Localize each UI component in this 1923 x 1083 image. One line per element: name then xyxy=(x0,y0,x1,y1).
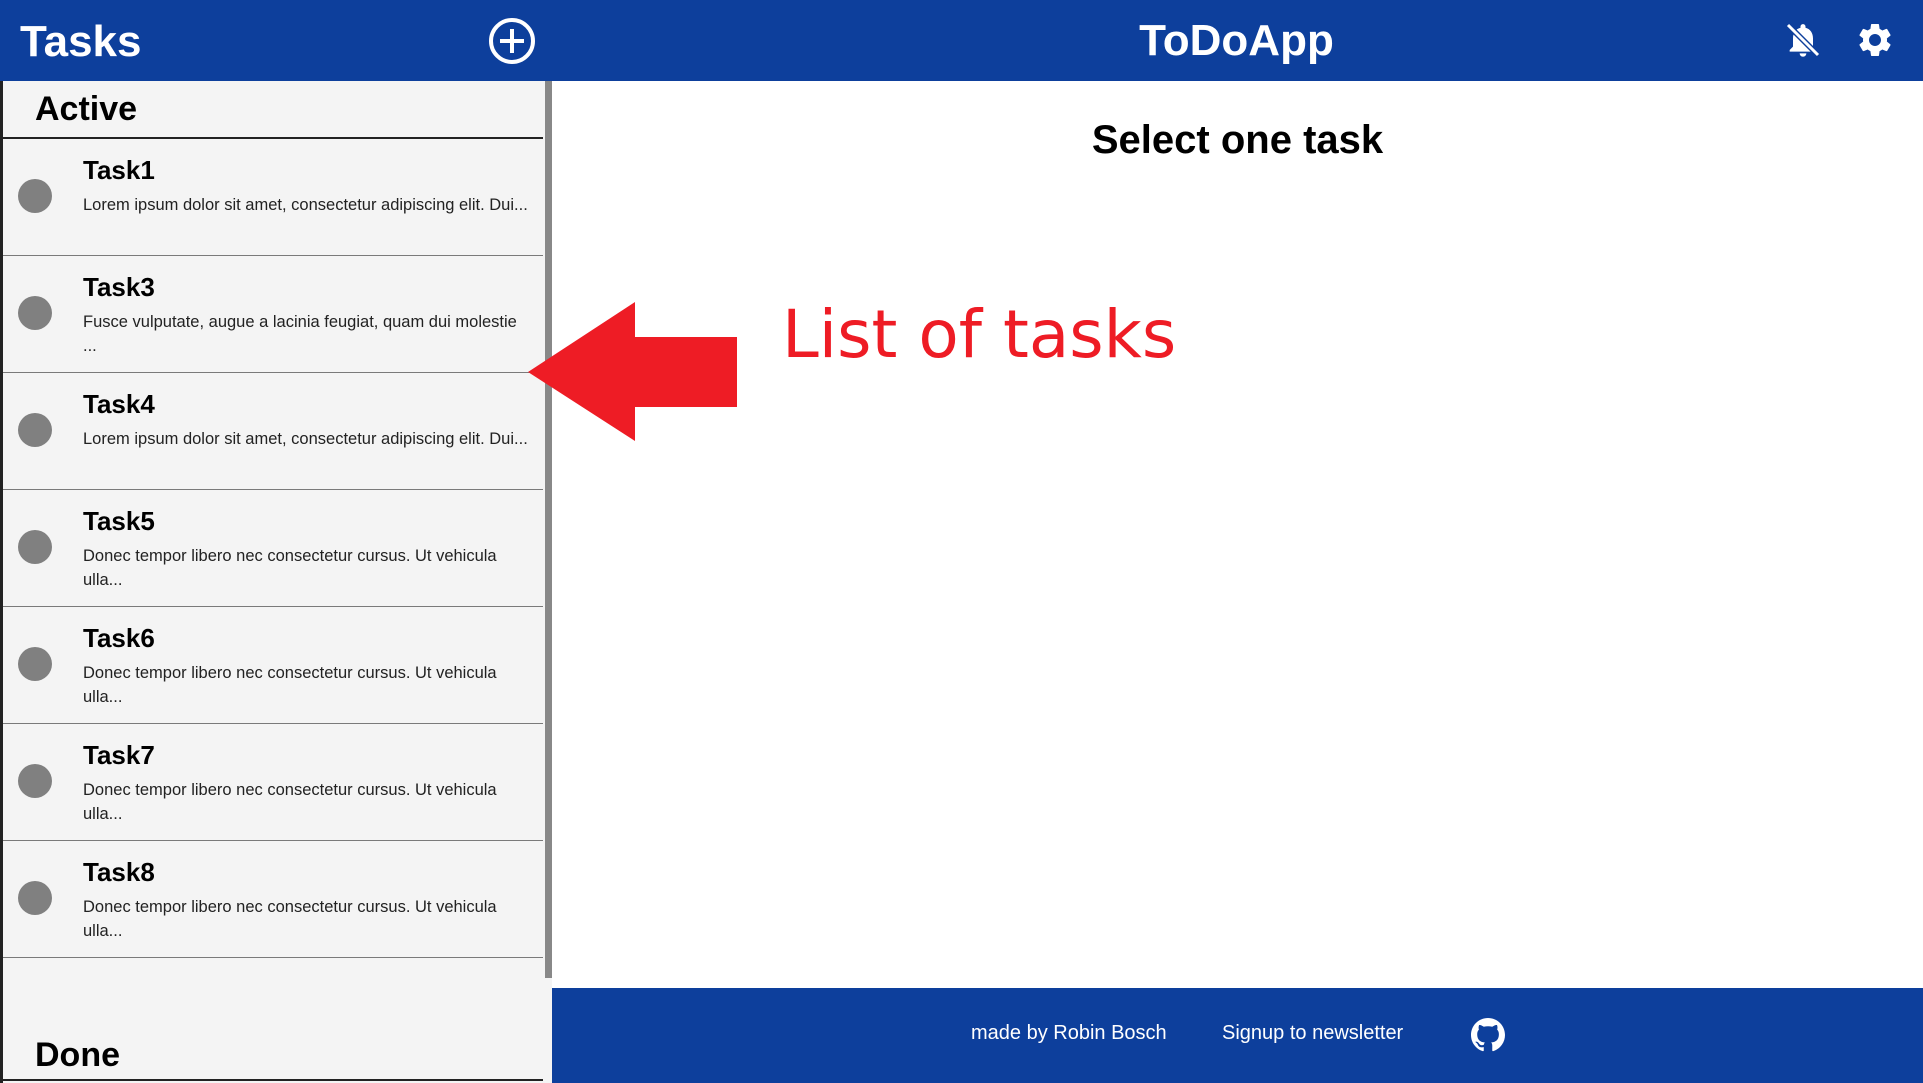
bell-off-icon xyxy=(1785,22,1821,58)
active-section-header: Active xyxy=(3,81,543,139)
annotation-label: List of tasks xyxy=(782,296,1177,373)
task-status-dot[interactable] xyxy=(18,530,52,564)
task-description: Donec tempor libero nec consectetur curs… xyxy=(83,898,497,940)
task-description: Donec tempor libero nec consectetur curs… xyxy=(83,664,497,706)
task-sidebar: Active Task1 Lorem ipsum dolor sit amet,… xyxy=(0,81,552,1083)
task-description: Fusce vulputate, augue a lacinia feugiat… xyxy=(83,313,517,355)
task-status-dot[interactable] xyxy=(18,413,52,447)
task-status-dot[interactable] xyxy=(18,179,52,213)
done-section-header: Done xyxy=(3,1031,543,1081)
task-description: Lorem ipsum dolor sit amet, consectetur … xyxy=(83,430,528,448)
task-name: Task6 xyxy=(83,623,155,653)
task-name: Task8 xyxy=(83,857,155,887)
task-description: Donec tempor libero nec consectetur curs… xyxy=(83,781,497,823)
task-name: Task1 xyxy=(83,155,155,185)
task-status-dot[interactable] xyxy=(18,647,52,681)
author-credit-link[interactable]: made by Robin Bosch xyxy=(971,1022,1167,1045)
task-item[interactable]: Task7 Donec tempor libero nec consectetu… xyxy=(3,724,543,841)
task-status-dot[interactable] xyxy=(18,764,52,798)
sidebar-header: Tasks xyxy=(2,2,552,81)
task-item[interactable]: Task6 Donec tempor libero nec consectetu… xyxy=(3,607,543,724)
annotation-arrow-icon xyxy=(528,302,737,441)
sidebar-scrollbar[interactable] xyxy=(545,81,552,978)
task-description: Lorem ipsum dolor sit amet, consectetur … xyxy=(83,196,528,214)
task-item[interactable]: Task4 Lorem ipsum dolor sit amet, consec… xyxy=(3,373,543,490)
done-section-title: Done xyxy=(35,1035,120,1074)
task-name: Task3 xyxy=(83,272,155,302)
github-icon xyxy=(1471,1018,1505,1052)
github-link[interactable] xyxy=(1471,1018,1505,1052)
add-task-button[interactable] xyxy=(488,17,536,65)
task-status-dot[interactable] xyxy=(18,296,52,330)
task-list: Task1 Lorem ipsum dolor sit amet, consec… xyxy=(3,139,543,958)
task-description: Donec tempor libero nec consectetur curs… xyxy=(83,547,497,589)
sidebar-title: Tasks xyxy=(20,16,142,66)
task-name: Task7 xyxy=(83,740,155,770)
task-status-dot[interactable] xyxy=(18,881,52,915)
task-item[interactable]: Task5 Donec tempor libero nec consectetu… xyxy=(3,490,543,607)
task-item[interactable]: Task8 Donec tempor libero nec consectetu… xyxy=(3,841,543,958)
select-task-placeholder: Select one task xyxy=(1091,118,1384,162)
task-name: Task5 xyxy=(83,506,155,536)
active-section-title: Active xyxy=(35,89,138,128)
notifications-toggle-button[interactable] xyxy=(1783,20,1823,60)
task-item[interactable]: Task3 Fusce vulputate, augue a lacinia f… xyxy=(3,256,543,373)
task-item[interactable]: Task1 Lorem ipsum dolor sit amet, consec… xyxy=(3,139,543,256)
footer: made by Robin Bosch Signup to newsletter xyxy=(552,988,1923,1083)
task-name: Task4 xyxy=(83,389,155,419)
settings-button[interactable] xyxy=(1855,20,1895,60)
newsletter-signup-link[interactable]: Signup to newsletter xyxy=(1222,1022,1403,1045)
plus-circle-icon xyxy=(489,18,535,64)
gear-icon xyxy=(1859,23,1891,56)
